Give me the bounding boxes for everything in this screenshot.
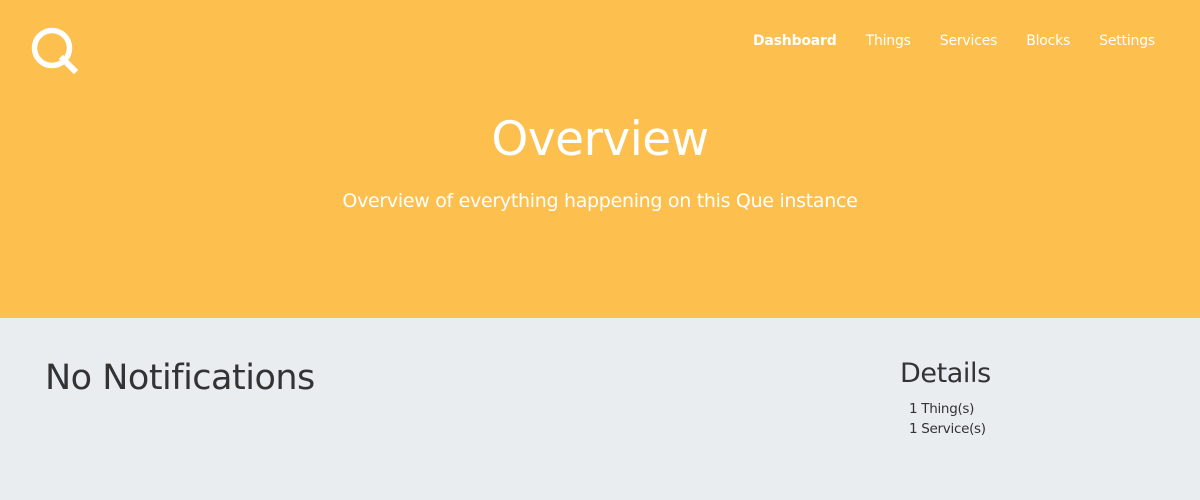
details-heading: Details <box>900 358 991 389</box>
nav-item-services[interactable]: Services <box>940 33 998 49</box>
nav-item-blocks[interactable]: Blocks <box>1026 33 1070 49</box>
main-content: No Notifications Details 1 Thing(s) 1 Se… <box>0 318 1200 500</box>
page-title: Overview <box>491 112 709 167</box>
details-item-services-count: 1 Service(s) <box>909 421 986 437</box>
details-item-things-count: 1 Thing(s) <box>909 401 975 417</box>
nav-item-things[interactable]: Things <box>866 33 911 49</box>
main-nav: Dashboard Things Services Blocks Setting… <box>724 33 1155 49</box>
hero-header: Dashboard Things Services Blocks Setting… <box>0 0 1200 318</box>
notifications-heading: No Notifications <box>45 358 315 398</box>
que-logo-icon[interactable] <box>29 26 79 75</box>
details-list: 1 Thing(s) 1 Service(s) <box>909 399 991 439</box>
nav-item-dashboard[interactable]: Dashboard <box>753 33 837 49</box>
details-panel: Details 1 Thing(s) 1 Service(s) <box>900 358 991 439</box>
nav-item-settings[interactable]: Settings <box>1099 33 1155 49</box>
page-subtitle: Overview of everything happening on this… <box>342 190 858 212</box>
